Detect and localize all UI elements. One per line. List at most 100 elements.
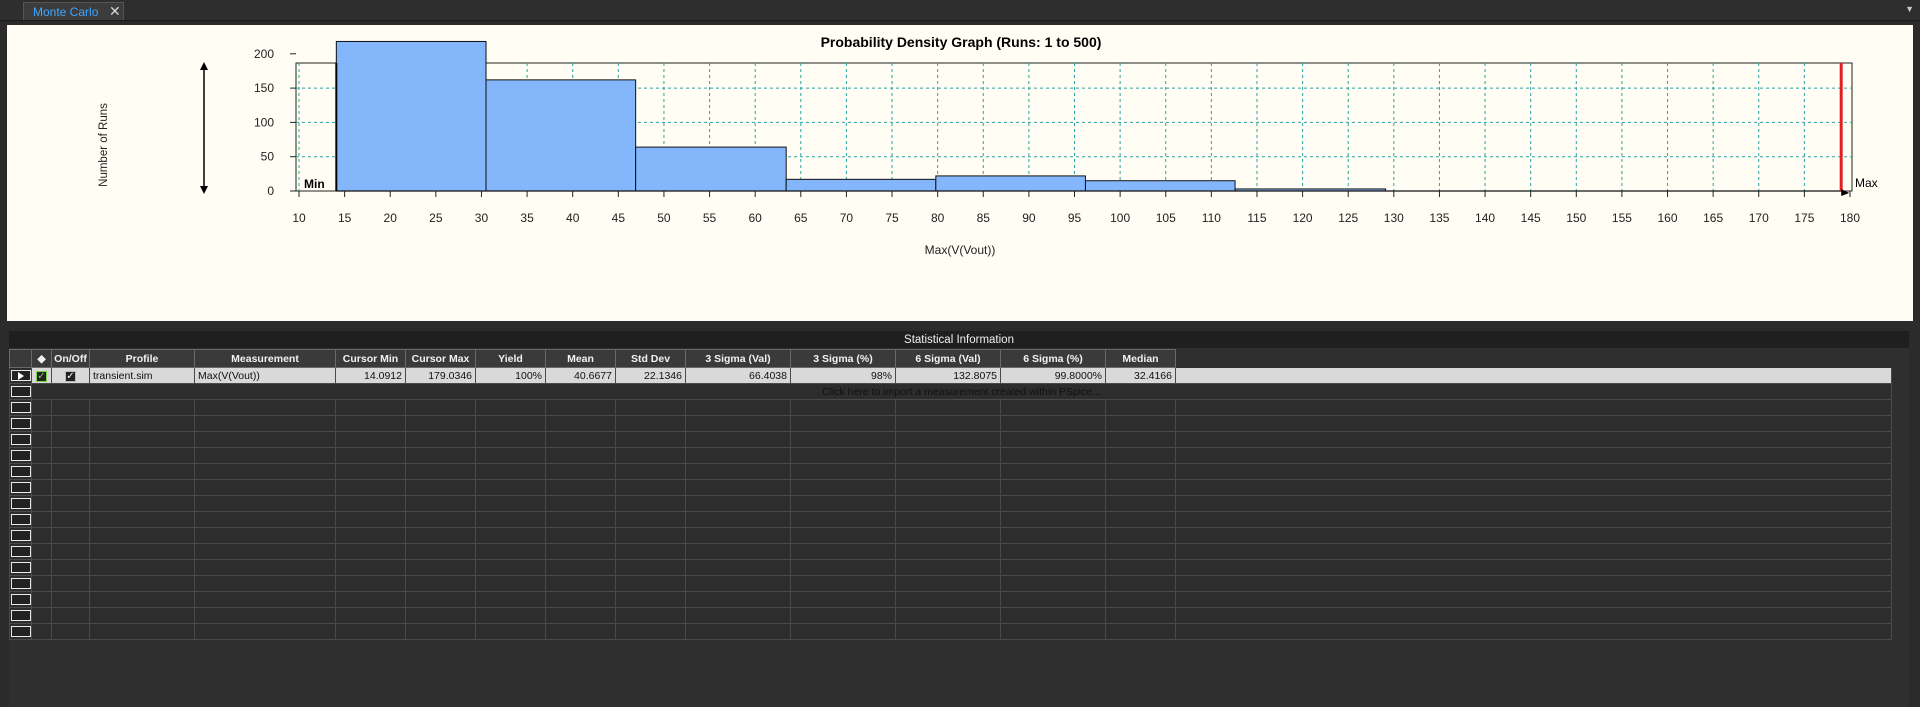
empty-cell[interactable] — [615, 559, 686, 576]
empty-cell[interactable] — [1000, 415, 1106, 432]
empty-cell[interactable] — [405, 623, 476, 640]
column-header-6sigma-pct[interactable]: 6 Sigma (%) — [1000, 349, 1106, 368]
empty-cell[interactable] — [194, 399, 336, 416]
empty-cell[interactable] — [1105, 495, 1176, 512]
empty-cell[interactable] — [335, 479, 406, 496]
empty-cell[interactable] — [51, 527, 90, 544]
empty-cell[interactable] — [1000, 479, 1106, 496]
empty-cell[interactable] — [615, 447, 686, 464]
empty-cell[interactable] — [1175, 479, 1892, 496]
empty-cell[interactable] — [545, 591, 616, 608]
empty-cell[interactable] — [475, 591, 546, 608]
empty-table-row[interactable] — [9, 607, 1892, 624]
measurement-cell[interactable]: Max(V(Vout)) — [194, 367, 336, 384]
empty-cell[interactable] — [1000, 527, 1106, 544]
empty-cell[interactable] — [405, 575, 476, 592]
row-selector[interactable] — [9, 415, 32, 432]
empty-cell[interactable] — [1105, 399, 1176, 416]
empty-cell[interactable] — [31, 511, 52, 528]
empty-cell[interactable] — [1105, 479, 1176, 496]
row-selector[interactable] — [9, 623, 32, 640]
empty-cell[interactable] — [475, 543, 546, 560]
empty-cell[interactable] — [615, 623, 686, 640]
empty-cell[interactable] — [1175, 575, 1892, 592]
empty-cell[interactable] — [545, 575, 616, 592]
row-selector[interactable] — [9, 479, 32, 496]
tab-monte-carlo[interactable]: Monte Carlo ✕ — [23, 2, 124, 20]
6sigma-val-cell[interactable]: 132.8075 — [895, 367, 1001, 384]
empty-cell[interactable] — [31, 399, 52, 416]
empty-cell[interactable] — [1175, 623, 1892, 640]
status-check-icon[interactable]: ✓ — [36, 370, 47, 382]
empty-cell[interactable] — [1175, 399, 1892, 416]
empty-cell[interactable] — [1000, 463, 1106, 480]
empty-cell[interactable] — [685, 607, 791, 624]
empty-cell[interactable] — [31, 575, 52, 592]
empty-cell[interactable] — [51, 623, 90, 640]
yield-cell[interactable]: 100% — [475, 367, 546, 384]
empty-cell[interactable] — [895, 591, 1001, 608]
empty-cell[interactable] — [1105, 415, 1176, 432]
row-selector[interactable] — [9, 575, 32, 592]
empty-cell[interactable] — [335, 415, 406, 432]
empty-cell[interactable] — [790, 527, 896, 544]
row-selector[interactable] — [9, 431, 32, 448]
empty-cell[interactable] — [51, 575, 90, 592]
empty-cell[interactable] — [335, 399, 406, 416]
empty-cell[interactable] — [790, 415, 896, 432]
empty-cell[interactable] — [89, 607, 195, 624]
row-selector[interactable] — [9, 511, 32, 528]
cursor-max-cell[interactable]: 179.0346 — [405, 367, 476, 384]
empty-cell[interactable] — [1175, 431, 1892, 448]
empty-cell[interactable] — [545, 399, 616, 416]
empty-cell[interactable] — [790, 543, 896, 560]
empty-cell[interactable] — [475, 527, 546, 544]
empty-cell[interactable] — [194, 431, 336, 448]
empty-cell[interactable] — [475, 559, 546, 576]
empty-cell[interactable] — [790, 479, 896, 496]
column-header-measurement[interactable]: Measurement — [194, 349, 336, 368]
empty-cell[interactable] — [51, 399, 90, 416]
column-header-6sigma-val[interactable]: 6 Sigma (Val) — [895, 349, 1001, 368]
empty-cell[interactable] — [475, 479, 546, 496]
empty-cell[interactable] — [615, 575, 686, 592]
empty-table-row[interactable] — [9, 591, 1892, 608]
empty-cell[interactable] — [1105, 511, 1176, 528]
empty-cell[interactable] — [790, 607, 896, 624]
row-selector[interactable] — [9, 543, 32, 560]
empty-cell[interactable] — [1105, 559, 1176, 576]
empty-cell[interactable] — [1000, 543, 1106, 560]
empty-cell[interactable] — [31, 591, 52, 608]
mean-cell[interactable]: 40.6677 — [545, 367, 616, 384]
empty-cell[interactable] — [685, 447, 791, 464]
empty-cell[interactable] — [31, 479, 52, 496]
empty-cell[interactable] — [1105, 543, 1176, 560]
empty-cell[interactable] — [615, 607, 686, 624]
empty-cell[interactable] — [1105, 623, 1176, 640]
empty-cell[interactable] — [895, 527, 1001, 544]
empty-cell[interactable] — [51, 607, 90, 624]
empty-cell[interactable] — [31, 463, 52, 480]
empty-cell[interactable] — [1175, 591, 1892, 608]
empty-cell[interactable] — [405, 527, 476, 544]
empty-cell[interactable] — [685, 431, 791, 448]
empty-cell[interactable] — [895, 543, 1001, 560]
empty-cell[interactable] — [335, 495, 406, 512]
empty-cell[interactable] — [89, 543, 195, 560]
empty-cell[interactable] — [89, 479, 195, 496]
empty-table-row[interactable] — [9, 431, 1892, 448]
6sigma-pct-cell[interactable]: 99.8000% — [1000, 367, 1106, 384]
onoff-cell[interactable]: ✓ — [51, 367, 90, 384]
empty-cell[interactable] — [51, 479, 90, 496]
empty-cell[interactable] — [89, 559, 195, 576]
empty-cell[interactable] — [475, 463, 546, 480]
profile-cell[interactable]: transient.sim — [89, 367, 195, 384]
empty-cell[interactable] — [194, 527, 336, 544]
empty-cell[interactable] — [405, 607, 476, 624]
empty-cell[interactable] — [194, 415, 336, 432]
empty-cell[interactable] — [335, 623, 406, 640]
empty-cell[interactable] — [895, 495, 1001, 512]
empty-cell[interactable] — [475, 623, 546, 640]
empty-cell[interactable] — [194, 559, 336, 576]
empty-cell[interactable] — [405, 415, 476, 432]
